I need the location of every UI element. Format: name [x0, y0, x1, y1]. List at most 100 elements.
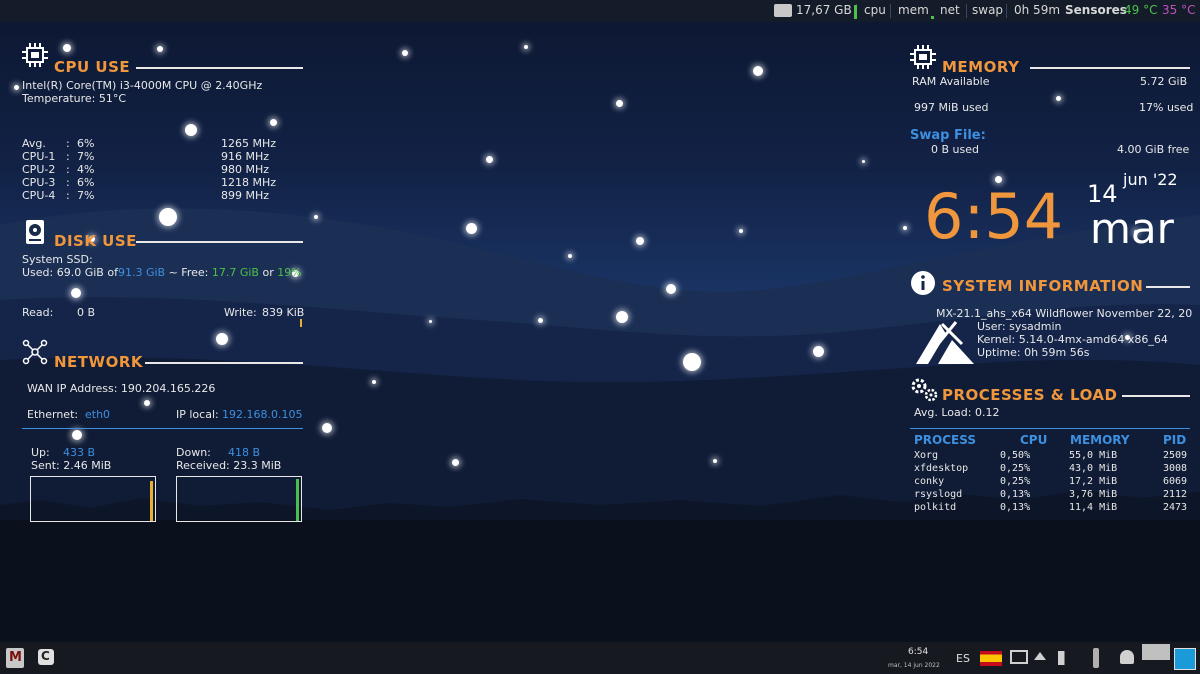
process-mem: 3,76 MiB: [1069, 489, 1118, 500]
process-cpu: 0,25%: [1000, 476, 1031, 487]
star: [322, 423, 332, 433]
clock-weekday: mar: [1090, 204, 1174, 253]
star: [568, 254, 572, 258]
wan-ip: WAN IP Address: 190.204.165.226: [27, 382, 216, 395]
cpu-core-label: CPU-2: [22, 163, 56, 176]
disk-free: 17.7 GiB: [211, 266, 259, 279]
process-cpu: 0,50%: [1000, 450, 1031, 461]
divider: [136, 67, 303, 69]
process-mem: 11,4 MiB: [1069, 502, 1118, 513]
sysinfo-user: User: sysadmin: [977, 320, 1062, 333]
up-label: Up:: [31, 446, 50, 459]
sent-total: Sent: 2.46 MiB: [31, 459, 112, 472]
mem-label[interactable]: mem: [898, 3, 929, 17]
upload-graph: [30, 476, 156, 522]
keyboard-layout[interactable]: ES: [956, 652, 970, 665]
sensors-label[interactable]: Sensores: [1065, 3, 1127, 17]
cpu-core-freq: 1265 MHz: [221, 137, 277, 150]
network-section-title: NETWORK: [54, 353, 144, 371]
cpu-core-freq: 980 MHz: [221, 163, 270, 176]
divider: [1146, 286, 1190, 288]
star: [862, 160, 865, 163]
flag-es-icon[interactable]: [980, 651, 1002, 666]
volume-icon[interactable]: [1058, 651, 1074, 665]
star: [452, 459, 459, 466]
process-cpu: 0,13%: [1000, 489, 1031, 500]
swap-label[interactable]: swap: [972, 3, 1003, 17]
cpu-core-label: Avg.: [22, 137, 46, 150]
cpu-label[interactable]: cpu: [864, 3, 886, 17]
process-name: conky: [914, 476, 945, 487]
net-label[interactable]: net: [940, 3, 960, 17]
star: [538, 318, 543, 323]
cpu-temperature: Temperature: 51°C: [22, 92, 127, 105]
workspace-active-icon[interactable]: [1174, 648, 1196, 670]
star: [14, 85, 19, 90]
star: [144, 400, 150, 406]
bell-icon[interactable]: [1120, 650, 1134, 664]
disk-write-label: Write:: [224, 306, 257, 319]
swap-used: 0 B used: [931, 143, 979, 156]
network-icon: [22, 339, 48, 365]
workspace-icon[interactable]: [1142, 644, 1170, 660]
down-label: Down:: [176, 446, 211, 459]
disk-used: Used: 69.0 GiB of: [22, 266, 118, 279]
cpu-core-sep: :: [66, 176, 70, 189]
usb-icon[interactable]: [1093, 648, 1099, 668]
sysinfo-uptime: Uptime: 0h 59m 56s: [977, 346, 1090, 359]
upload-graph-bar: [150, 481, 153, 521]
star: [616, 100, 623, 107]
up-value: 433 B: [63, 446, 96, 459]
star: [739, 229, 743, 233]
swap-free: 4.00 GiB free: [1117, 143, 1190, 156]
col-memory: MEMORY: [1070, 433, 1130, 447]
swap-title: Swap File:: [910, 128, 986, 143]
ip-local-value: 192.168.0.105: [222, 408, 303, 421]
taskbar-clock-time[interactable]: 6:54: [908, 647, 928, 657]
memory-section-title: MEMORY: [942, 58, 1020, 76]
star: [713, 459, 717, 463]
taskbar-clock-date[interactable]: mar, 14 jun 2022: [888, 662, 940, 669]
star: [616, 311, 628, 323]
download-graph: [176, 476, 302, 522]
uptime-value[interactable]: 0h 59m: [1014, 3, 1060, 17]
star: [524, 45, 528, 49]
disk-total: 91.3 GiB: [117, 266, 166, 279]
process-name: Xorg: [914, 450, 939, 461]
disk-usage-value[interactable]: 17,67 GB: [796, 3, 852, 17]
clock-day: 14: [1087, 180, 1118, 208]
process-pid: 2509: [1163, 450, 1188, 461]
cpu-core-sep: :: [66, 150, 70, 163]
panel-separator: [966, 4, 967, 18]
disk-usage-line: Used: 69.0 GiB of91.3 GiB ~ Free: 17.7 G…: [22, 266, 302, 279]
col-cpu: CPU: [1020, 433, 1048, 447]
processes-section-title: PROCESSES & LOAD: [942, 386, 1118, 404]
star: [185, 124, 197, 136]
app-launcher-icon[interactable]: C: [38, 649, 54, 665]
ethernet-label: Ethernet:: [27, 408, 79, 421]
star: [314, 215, 318, 219]
sysinfo-kernel: Kernel: 5.14.0-4mx-amd64 x86_64: [977, 333, 1168, 346]
disk-section-title: DISK USE: [54, 232, 137, 250]
cpu-model: Intel(R) Core(TM) i3-4000M CPU @ 2.40GHz: [22, 79, 263, 92]
star: [486, 156, 493, 163]
eject-icon[interactable]: [1034, 652, 1046, 660]
process-pid: 2112: [1163, 489, 1188, 500]
process-name: rsyslogd: [914, 489, 963, 500]
star: [753, 66, 763, 76]
monitor-icon[interactable]: [1010, 650, 1028, 664]
sysinfo-section-title: SYSTEM INFORMATION: [942, 277, 1144, 295]
divider: [1030, 67, 1190, 69]
process-name: polkitd: [914, 502, 957, 513]
disk-or: or: [258, 266, 278, 279]
disk-name: System SSD:: [22, 253, 93, 266]
app-menu-icon[interactable]: M: [6, 648, 24, 668]
disk-icon[interactable]: [774, 4, 792, 17]
disk-free-label: ~ Free:: [165, 266, 212, 279]
star: [429, 320, 432, 323]
disk-write-bar: [300, 319, 302, 327]
process-cpu: 0,25%: [1000, 463, 1031, 474]
process-pid: 2473: [1163, 502, 1188, 513]
star: [813, 346, 824, 357]
star: [71, 288, 81, 298]
